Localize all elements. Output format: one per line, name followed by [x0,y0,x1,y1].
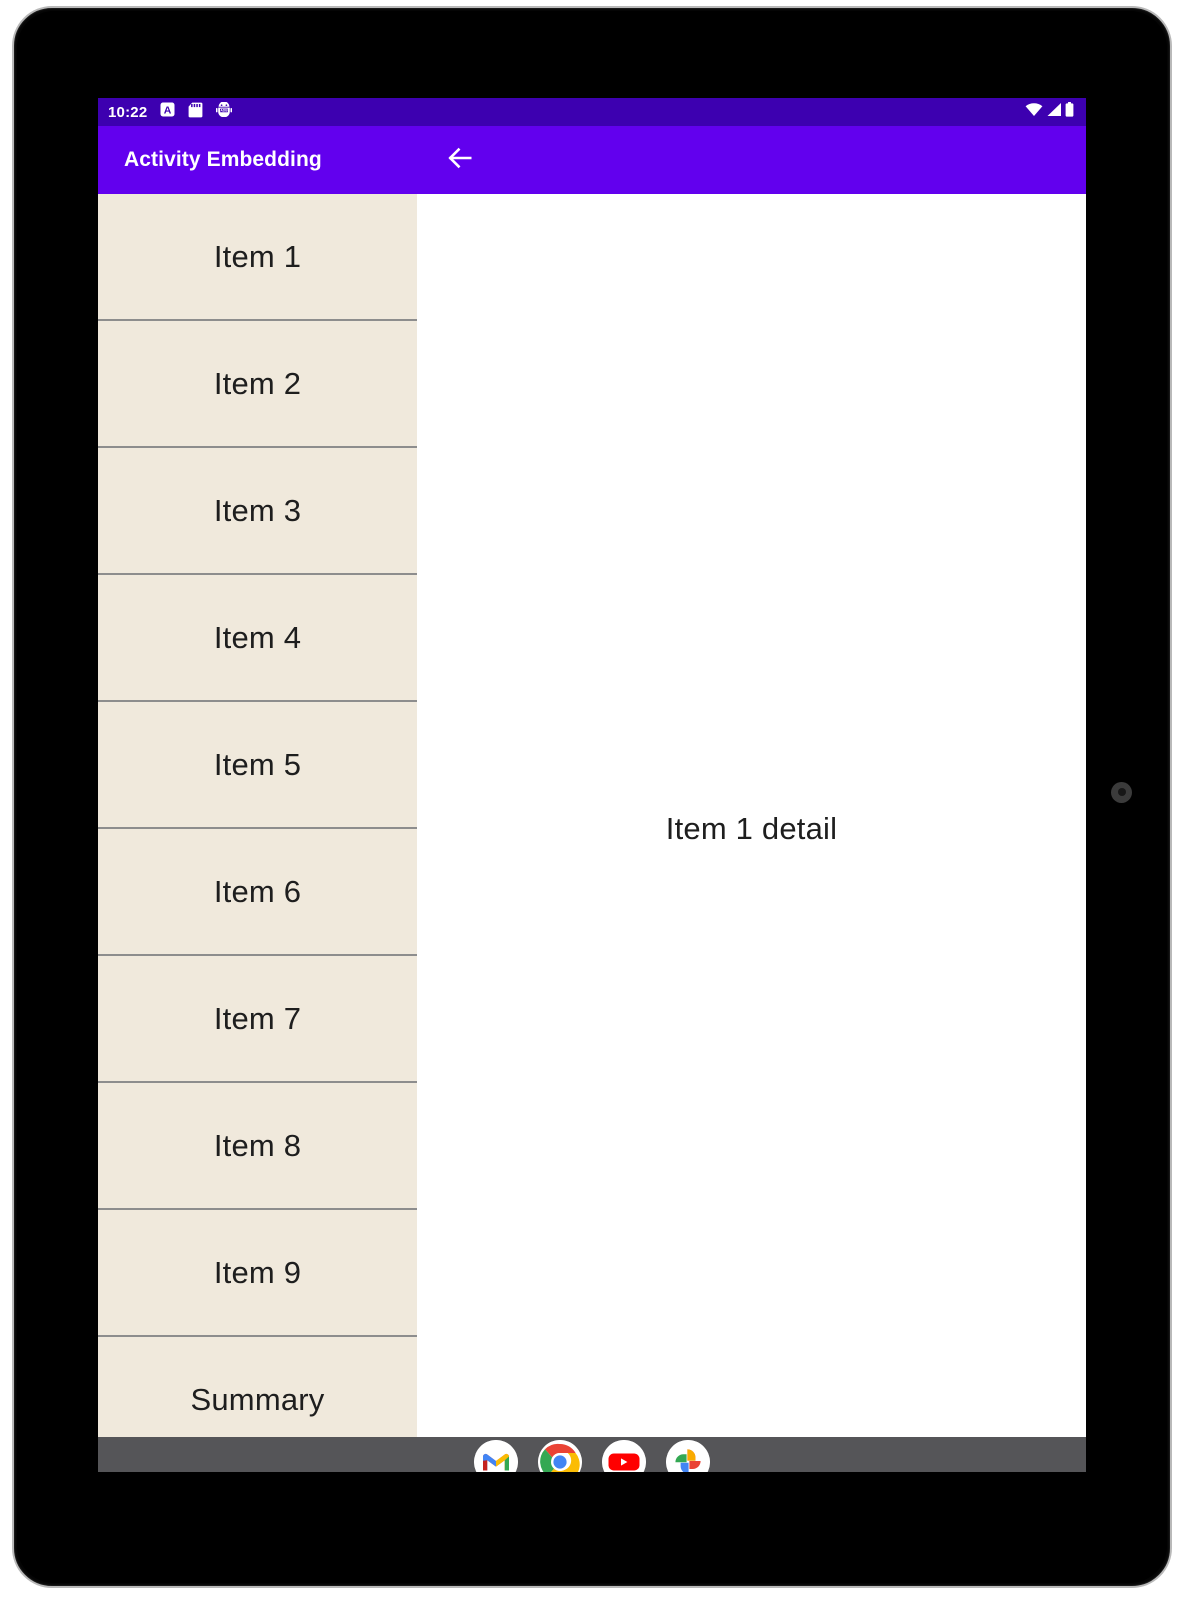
chrome-app-icon[interactable] [538,1440,582,1472]
list-item[interactable]: Item 4 [98,575,417,702]
svg-text:ADB: ADB [221,109,229,113]
list-item-label: Item 4 [213,619,302,655]
list-item[interactable]: Item 9 [98,1210,417,1337]
detail-text: Item 1 detail [665,811,838,846]
list-item-label: Item 3 [213,492,302,528]
arrow-left-icon [446,145,474,176]
status-right-icon-group [1025,102,1074,122]
a-badge-icon: A [160,102,175,122]
svg-text:A: A [164,105,172,117]
list-item-label: Item 2 [213,365,302,401]
youtube-app-icon[interactable] [602,1440,646,1472]
photos-app-icon[interactable] [666,1440,710,1472]
list-item-label: Item 6 [213,873,302,909]
gmail-app-icon[interactable] [474,1440,518,1472]
wifi-icon [1025,102,1043,122]
taskbar [98,1437,1086,1472]
list-item[interactable]: Item 7 [98,956,417,1083]
android-debug-icon: ADB [216,101,233,122]
list-item[interactable]: Item 3 [98,448,417,575]
cellular-signal-icon [1046,102,1062,122]
app-bar: Activity Embedding [98,126,1086,194]
list-item-label: Item 8 [213,1127,302,1163]
list-item[interactable]: Item 5 [98,702,417,829]
sd-card-icon [188,102,203,123]
page-title: Activity Embedding [124,148,322,171]
status-bar: 10:22 A ADB [98,98,1086,126]
list-item-label: Item 7 [213,1000,302,1036]
front-camera-icon [1111,782,1132,803]
back-button[interactable] [438,138,482,182]
list-item[interactable]: Item 8 [98,1083,417,1210]
list-item[interactable]: Item 2 [98,321,417,448]
list-item[interactable]: Item 6 [98,829,417,956]
detail-pane: Item 1 detail [417,194,1086,1472]
list-item-label: Summary [190,1381,325,1417]
list-pane[interactable]: Item 1 Item 2 Item 3 Item 4 Item 5 Item 6 Item… [98,194,417,1472]
battery-icon [1065,102,1074,122]
list-item-label: Item 1 [213,238,302,274]
list-item[interactable]: Item 1 [98,194,417,321]
status-left-icon-group: A ADB [160,101,233,123]
app-window: 10:22 A ADB Activity Embedding Item 1 It… [98,98,1086,1472]
list-item-label: Item 9 [213,1254,302,1290]
list-item-label: Item 5 [213,746,302,782]
status-clock: 10:22 [108,103,148,121]
split-layout: Item 1 Item 2 Item 3 Item 4 Item 5 Item 6 Item… [98,194,1086,1472]
